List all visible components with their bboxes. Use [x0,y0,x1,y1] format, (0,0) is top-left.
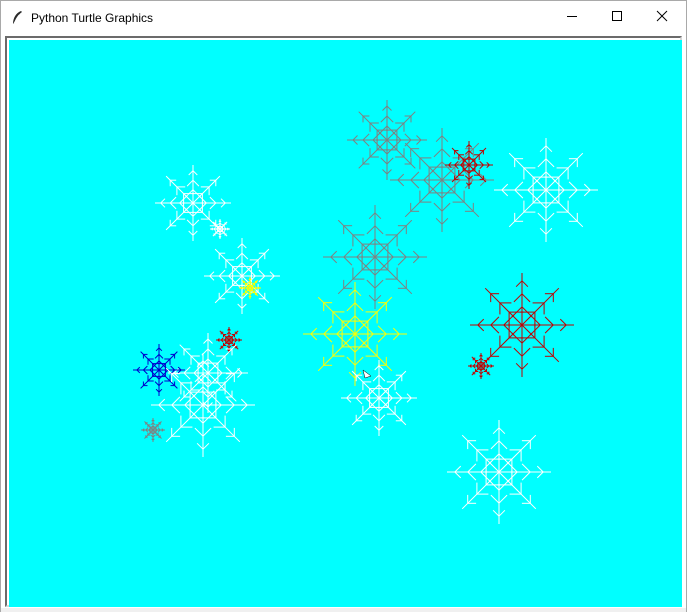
snowflake [468,353,494,379]
snowflake [141,418,165,442]
snowflake-drawing [133,100,598,524]
canvas-frame [5,36,682,607]
turtle-window: Python Turtle Graphics [0,0,687,612]
feather-icon [10,10,24,26]
snowflake [445,141,493,189]
snowflake [303,282,407,386]
arrow-cursor-icon [362,369,372,379]
maximize-icon [611,9,623,27]
snowflake [239,277,261,299]
turtle-canvas[interactable] [9,40,682,607]
snowflake [494,138,598,242]
snowflake [168,333,248,413]
snowflake [151,353,255,457]
snowflake [390,128,494,232]
close-button[interactable] [639,1,685,35]
minimize-icon [566,9,578,27]
snowflake [341,360,417,436]
snowflake [204,238,280,314]
snowflake [347,100,427,180]
snowflake [210,219,230,239]
title-bar[interactable]: Python Turtle Graphics [1,1,686,35]
snowflake [133,344,185,396]
maximize-button[interactable] [594,1,640,35]
snowflake [447,420,551,524]
snowflake [323,205,427,309]
minimize-button[interactable] [549,1,595,35]
close-icon [656,9,668,27]
window-title: Python Turtle Graphics [31,11,154,25]
window-bottom-edge [1,608,686,612]
